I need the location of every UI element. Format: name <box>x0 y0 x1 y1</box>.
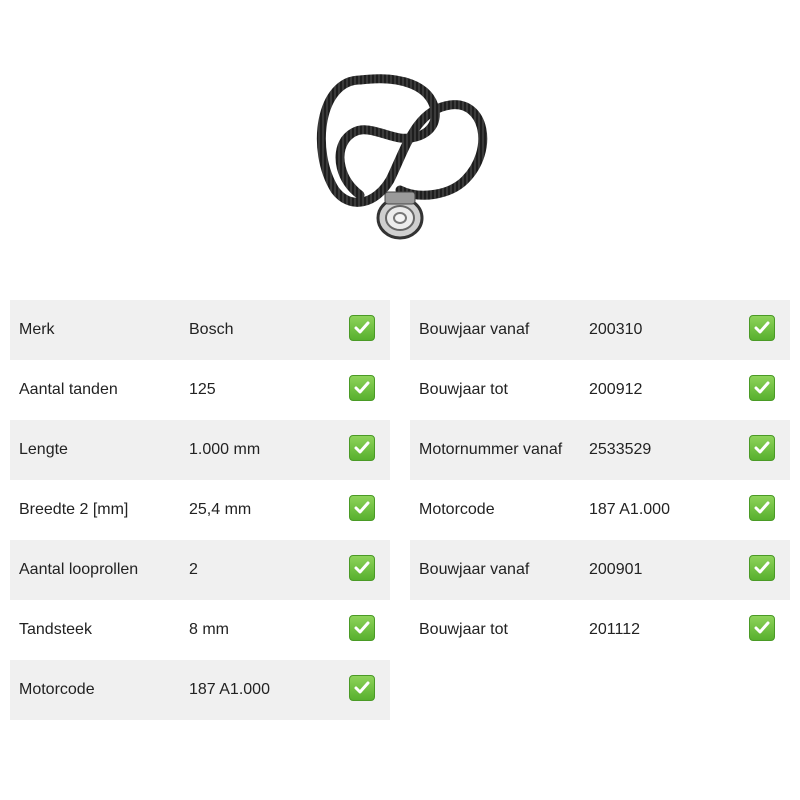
spec-row: Bouwjaar vanaf 200901 <box>410 540 790 600</box>
spec-row: Motorcode 187 A1.000 <box>410 480 790 540</box>
check-icon <box>749 315 775 341</box>
check-icon <box>349 615 375 641</box>
spec-label: Bouwjaar vanaf <box>419 321 530 338</box>
spec-row: Lengte 1.000 mm <box>10 420 390 480</box>
spec-label: Aantal tanden <box>19 381 118 398</box>
check-icon <box>749 375 775 401</box>
spec-value: 201112 <box>589 621 641 638</box>
spec-value: 187 A1.000 <box>189 681 270 698</box>
spec-row: Motorcode 187 A1.000 <box>10 660 390 720</box>
spec-label: Motorcode <box>419 501 495 518</box>
spec-table-right: Bouwjaar vanaf 200310 Bouwjaar tot 20091… <box>410 300 790 660</box>
check-icon <box>349 315 375 341</box>
spec-value: 200901 <box>589 561 643 578</box>
spec-value: Bosch <box>189 321 234 338</box>
spec-row: Bouwjaar tot 200912 <box>410 360 790 420</box>
check-icon <box>349 555 375 581</box>
spec-value: 25,4 mm <box>189 501 252 518</box>
spec-row: Breedte 2 [mm] 25,4 mm <box>10 480 390 540</box>
spec-value: 200310 <box>589 321 643 338</box>
spec-value: 187 A1.000 <box>589 501 670 518</box>
spec-value: 200912 <box>589 381 643 398</box>
spec-row: Motornummer vanaf 2533529 <box>410 420 790 480</box>
spec-label: Bouwjaar tot <box>419 381 508 398</box>
spec-row: Merk Bosch <box>10 300 390 360</box>
spec-row: Bouwjaar vanaf 200310 <box>410 300 790 360</box>
spec-label: Tandsteek <box>19 621 92 638</box>
spec-value: 2 <box>189 561 198 578</box>
spec-label: Merk <box>19 321 55 338</box>
spec-label: Motorcode <box>19 681 95 698</box>
check-icon <box>349 675 375 701</box>
spec-row: Aantal looprollen 2 <box>10 540 390 600</box>
spec-label: Aantal looprollen <box>19 561 139 578</box>
check-icon <box>749 495 775 521</box>
spec-label: Bouwjaar tot <box>419 621 508 638</box>
check-icon <box>349 435 375 461</box>
spec-value: 8 mm <box>189 621 229 638</box>
check-icon <box>349 495 375 521</box>
spec-label: Breedte 2 [mm] <box>19 501 129 518</box>
spec-row: Aantal tanden 125 <box>10 360 390 420</box>
spec-label: Lengte <box>19 441 68 458</box>
check-icon <box>349 375 375 401</box>
timing-belt-kit-image <box>300 60 500 250</box>
spec-value: 125 <box>189 381 216 398</box>
spec-value: 2533529 <box>589 441 652 458</box>
spec-table-left: Merk Bosch Aantal tanden 125 Lengte 1.00… <box>10 300 390 720</box>
spec-row: Bouwjaar tot 201112 <box>410 600 790 660</box>
check-icon <box>749 555 775 581</box>
spec-label: Bouwjaar vanaf <box>419 561 530 578</box>
check-icon <box>749 615 775 641</box>
check-icon <box>749 435 775 461</box>
spec-row: Tandsteek 8 mm <box>10 600 390 660</box>
spec-label: Motornummer vanaf <box>419 441 563 458</box>
spec-value: 1.000 mm <box>189 441 261 458</box>
